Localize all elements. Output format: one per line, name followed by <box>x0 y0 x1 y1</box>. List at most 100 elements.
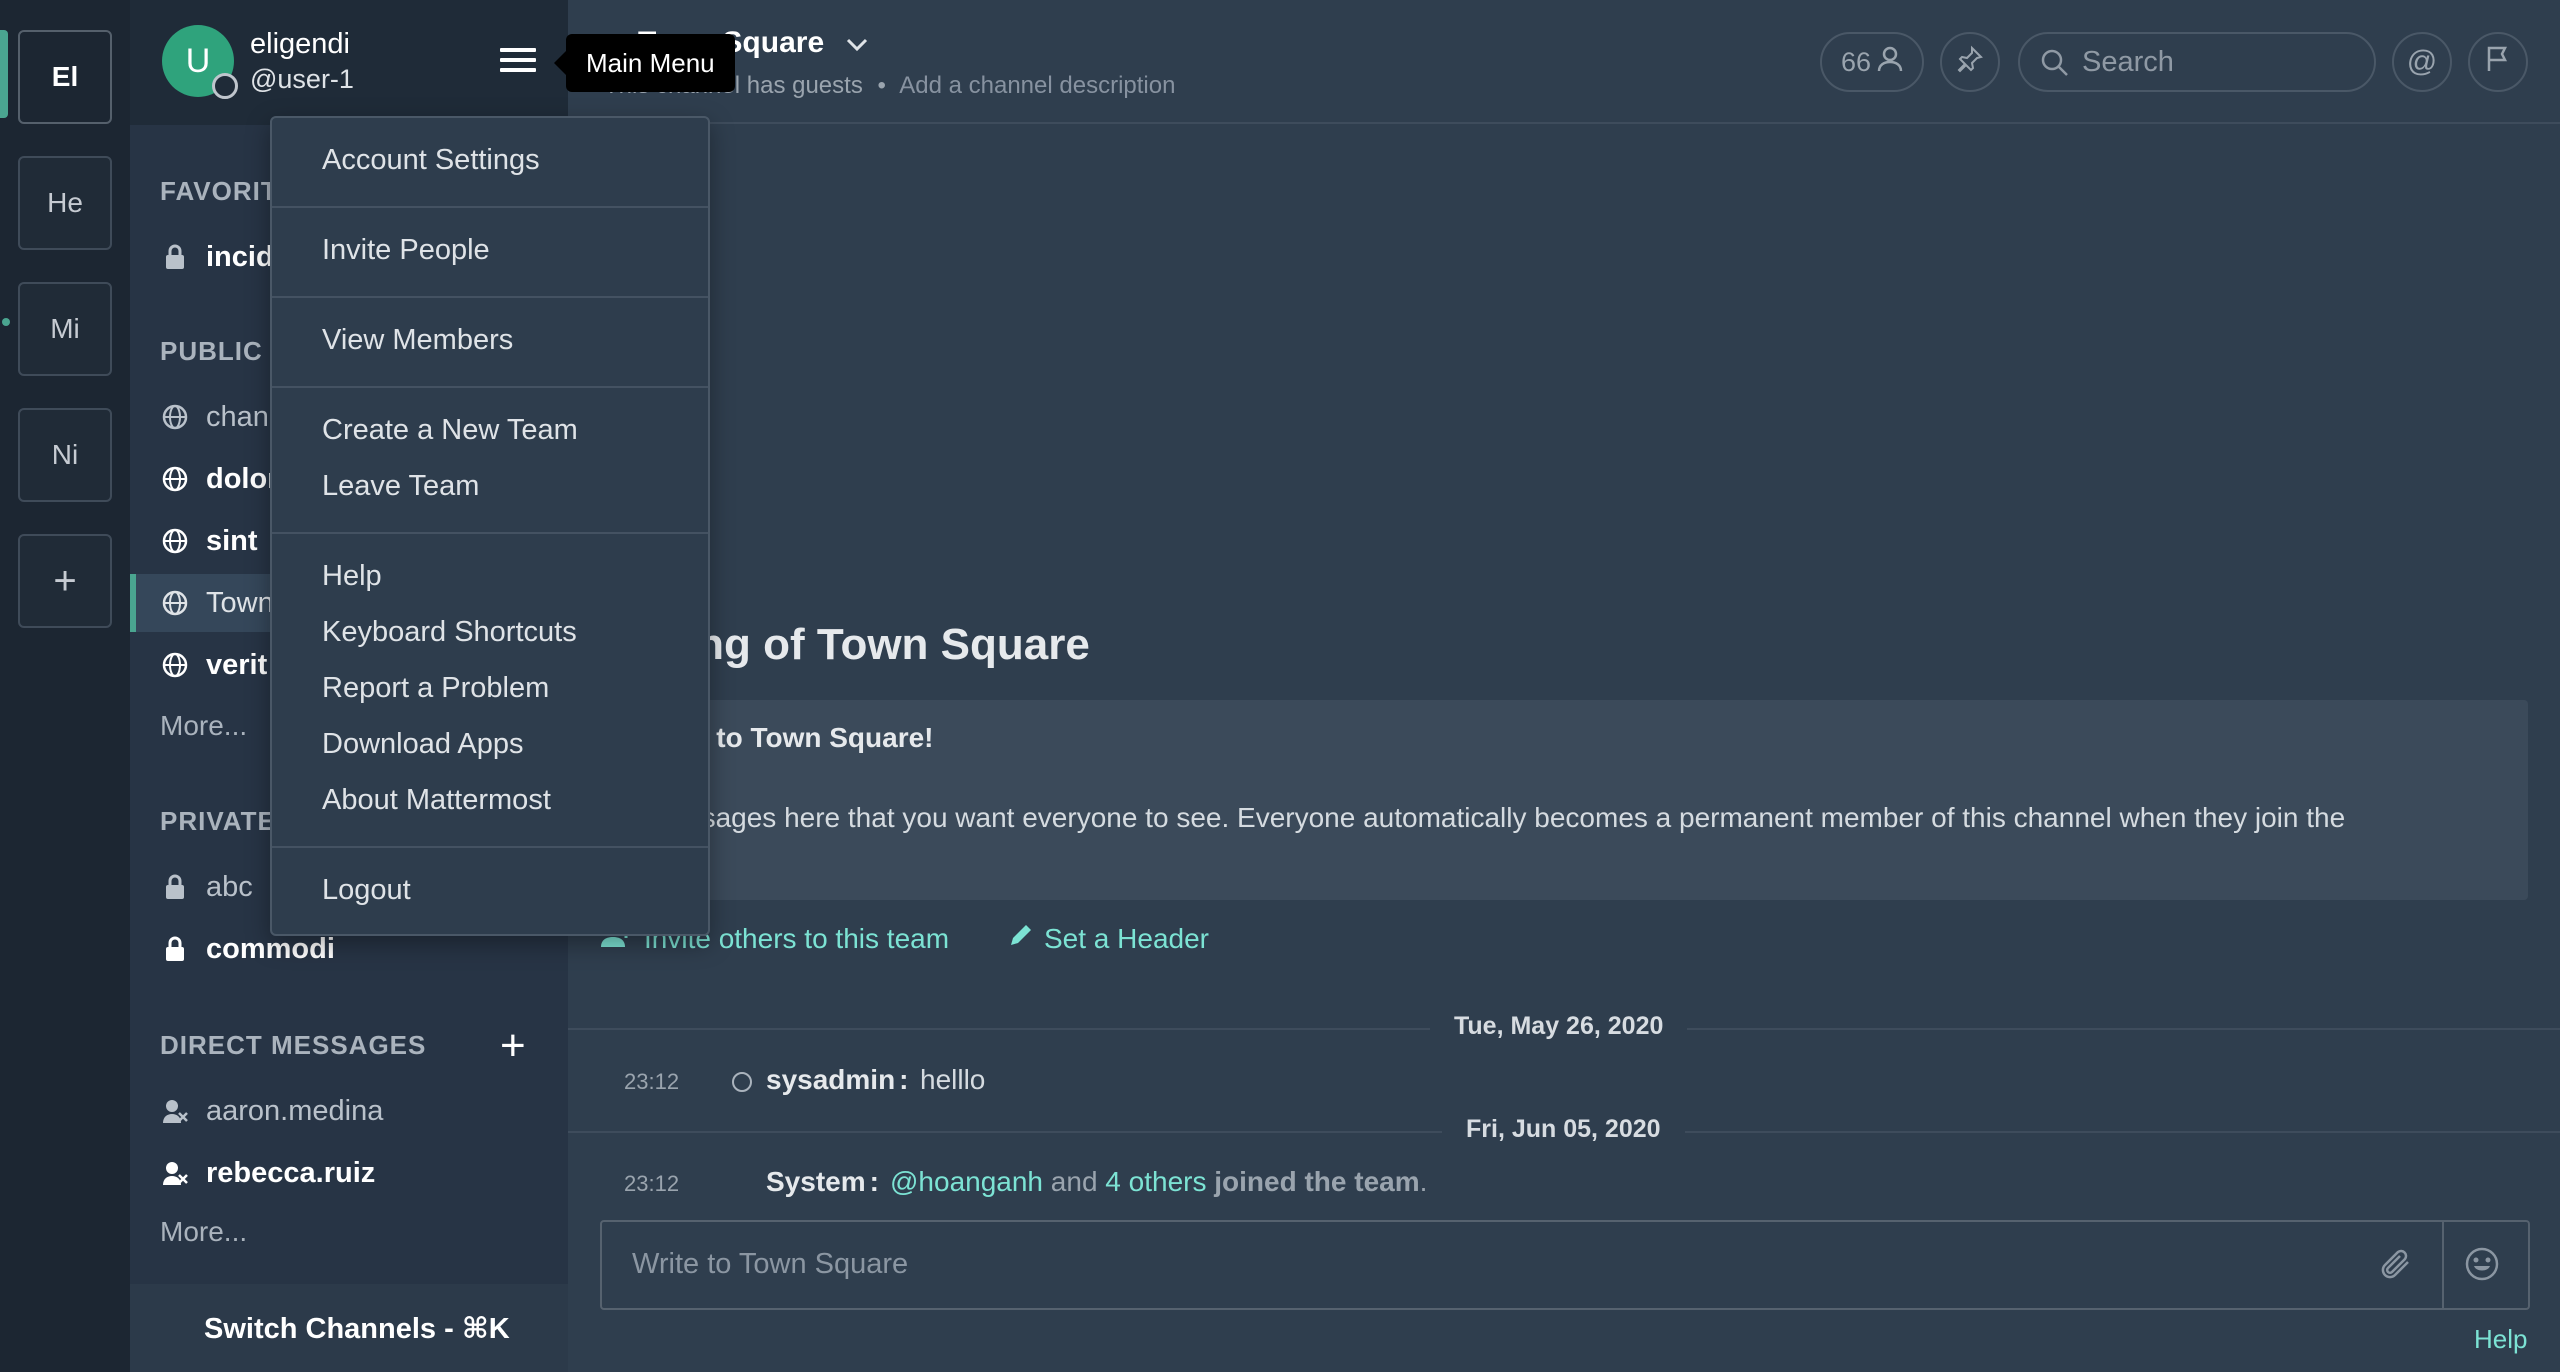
mention-link[interactable]: @hoanganh <box>890 1166 1043 1197</box>
public-more-link[interactable]: More... <box>160 710 247 742</box>
team-button-mi[interactable]: Mi <box>18 282 112 376</box>
menu-item-leave-team[interactable]: Leave Team <box>322 470 479 503</box>
sidebar-header: U eligendi @user-1 <box>130 0 568 125</box>
menu-item-about[interactable]: About Mattermost <box>322 784 551 817</box>
menu-item-report-problem[interactable]: Report a Problem <box>322 672 549 705</box>
menu-item-logout[interactable]: Logout <box>322 874 411 907</box>
status-offline-icon <box>732 1072 752 1092</box>
flagged-button[interactable] <box>2468 32 2528 92</box>
menu-item-create-team[interactable]: Create a New Team <box>322 414 578 447</box>
at-icon: @ <box>2406 45 2438 78</box>
team-sidebar: El He Mi Ni + <box>0 0 130 1372</box>
menu-divider <box>272 532 708 534</box>
search-placeholder: Search <box>2082 45 2174 78</box>
add-dm-button[interactable]: + <box>500 1024 526 1068</box>
globe-icon <box>160 588 190 618</box>
dm-section-title: DIRECT MESSAGES <box>160 1030 427 1060</box>
username: @user-1 <box>250 64 354 94</box>
menu-item-keyboard-shortcuts[interactable]: Keyboard Shortcuts <box>322 616 577 649</box>
post-message: helllo <box>920 1064 986 1095</box>
message-placeholder: Write to Town Square <box>632 1248 909 1280</box>
menu-item-account-settings[interactable]: Account Settings <box>322 144 540 177</box>
channel-intro-title: ning of Town Square <box>658 620 1090 669</box>
post-username-text: System <box>766 1166 866 1197</box>
pinned-button[interactable] <box>1940 32 2000 92</box>
chevron-down-icon <box>846 26 868 59</box>
lock-icon <box>160 872 190 902</box>
system-period: . <box>1419 1166 1428 1197</box>
set-header-link[interactable]: Set a Header <box>1008 922 1209 955</box>
post-username-text: sysadmin <box>766 1064 896 1095</box>
guest-user-icon <box>160 1158 190 1188</box>
attachment-icon[interactable] <box>2378 1248 2414 1287</box>
display-name: eligendi <box>250 28 350 60</box>
composer-divider <box>2442 1222 2444 1308</box>
flag-icon <box>2485 45 2511 80</box>
emoji-icon[interactable] <box>2464 1246 2500 1287</box>
post-username[interactable]: sysadmin: <box>766 1064 909 1096</box>
help-link[interactable]: Help <box>2474 1324 2527 1355</box>
sidebar-item-label: commodi <box>206 932 335 965</box>
team-button-ni[interactable]: Ni <box>18 408 112 502</box>
pencil-icon <box>1008 922 1034 955</box>
add-description-link[interactable]: Add a channel description <box>899 72 1175 99</box>
menu-divider <box>272 846 708 848</box>
post-time[interactable]: 23:12 <box>624 1069 679 1095</box>
date-label: Fri, Jun 05, 2020 <box>1442 1115 1685 1144</box>
sidebar-item-label: sint <box>206 524 258 557</box>
post-colon: : <box>899 1064 909 1095</box>
channel-header: Town Square This channel has guests • Ad… <box>568 0 2560 124</box>
app-root: El He Mi Ni + U eligendi @user-1 FAVORIT… <box>0 0 2560 1372</box>
center-channel: Town Square This channel has guests • Ad… <box>568 0 2560 1372</box>
add-team-button[interactable]: + <box>18 534 112 628</box>
main-menu-button[interactable] <box>500 48 536 78</box>
globe-icon <box>160 402 190 432</box>
menu-divider <box>272 206 708 208</box>
member-count-button[interactable]: 66 <box>1820 32 1924 92</box>
globe-icon <box>160 526 190 556</box>
post-time[interactable]: 23:12 <box>624 1171 679 1197</box>
search-input[interactable]: Search <box>2018 32 2376 92</box>
lock-icon <box>160 242 190 272</box>
pin-icon <box>1956 45 1984 80</box>
sidebar-item-label: chan <box>206 400 269 433</box>
others-link[interactable]: 4 others <box>1105 1166 1206 1197</box>
team-button-el[interactable]: El <box>18 30 112 124</box>
main-menu-dropdown: Account Settings Invite People View Memb… <box>270 116 710 936</box>
member-icon <box>1877 45 1903 80</box>
sidebar-item-label: rebecca.ruiz <box>206 1156 376 1189</box>
switch-channels-button[interactable]: Switch Channels - ⌘K <box>130 1284 568 1372</box>
separator: • <box>877 72 886 99</box>
menu-item-download-apps[interactable]: Download Apps <box>322 728 524 761</box>
member-count: 66 <box>1840 46 1872 77</box>
menu-divider <box>272 296 708 298</box>
welcome-text: essages here that you want everyone to s… <box>672 802 2346 833</box>
status-offline-icon[interactable] <box>212 73 238 99</box>
active-team-indicator <box>0 30 8 118</box>
guest-user-icon <box>160 1096 190 1126</box>
date-label: Tue, May 26, 2020 <box>1430 1012 1688 1041</box>
main-menu-tooltip: Main Menu <box>554 34 735 92</box>
menu-item-help[interactable]: Help <box>322 560 382 593</box>
mentions-button[interactable]: @ <box>2392 32 2452 92</box>
globe-icon <box>160 650 190 680</box>
sidebar-item-aaron-medina[interactable]: aaron.medina <box>130 1082 568 1140</box>
post-username[interactable]: System: <box>766 1166 879 1198</box>
search-icon <box>2040 48 2070 86</box>
team-button-he[interactable]: He <box>18 156 112 250</box>
sidebar-item-label: verit <box>206 648 268 681</box>
sidebar-item-label: incid <box>206 240 274 273</box>
post-colon: : <box>869 1166 879 1197</box>
menu-item-view-members[interactable]: View Members <box>322 324 513 357</box>
sidebar-item-label: abc <box>206 870 253 903</box>
menu-item-invite-people[interactable]: Invite People <box>322 234 490 267</box>
sidebar-item-rebecca-ruiz[interactable]: rebecca.ruiz <box>130 1144 568 1202</box>
system-message: @hoanganh and 4 others joined the team. <box>890 1166 1427 1198</box>
dm-more-link[interactable]: More... <box>160 1216 247 1248</box>
system-and: and <box>1050 1166 1098 1197</box>
system-joined: joined the team <box>1214 1166 1420 1197</box>
menu-divider <box>272 386 708 388</box>
globe-icon <box>160 464 190 494</box>
sidebar-item-label: Town <box>206 586 274 619</box>
set-header-label: Set a Header <box>1044 922 1209 954</box>
